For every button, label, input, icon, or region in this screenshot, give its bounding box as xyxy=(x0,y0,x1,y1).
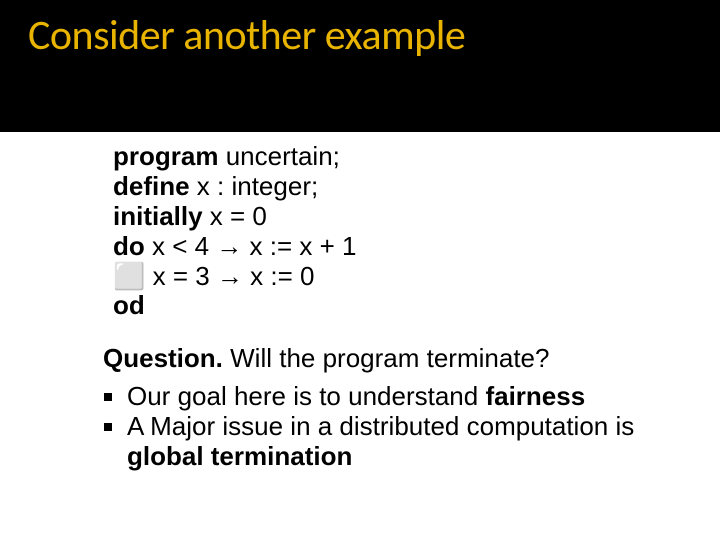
question-line: Question. Will the program terminate? xyxy=(103,343,692,374)
code-text: x < 4 → x := x + 1 xyxy=(145,231,357,261)
code-text: x = 3 → x := 0 xyxy=(145,261,314,291)
keyword-do: do xyxy=(113,231,145,261)
guard-symbol: ⬜ xyxy=(113,261,145,291)
question-text: Will the program terminate? xyxy=(223,343,550,373)
code-line-4: do x < 4 → x := x + 1 xyxy=(113,232,692,262)
slide: Consider another example program uncerta… xyxy=(0,0,720,540)
slide-content: program uncertain; define x : integer; i… xyxy=(0,132,720,472)
code-text: uncertain; xyxy=(218,141,339,171)
slide-title: Consider another example xyxy=(28,10,692,61)
code-line-5: ⬜ x = 3 → x := 0 xyxy=(113,262,692,292)
bullet-bold: global termination xyxy=(127,441,352,471)
keyword-initially: initially xyxy=(113,201,203,231)
code-text: x : integer; xyxy=(190,171,319,201)
bullet-list: Our goal here is to understand fairness … xyxy=(103,382,692,472)
bullet-text: A Major issue in a distributed computati… xyxy=(127,411,634,441)
bullet-text: Our goal here is to understand xyxy=(127,381,485,411)
code-text: x = 0 xyxy=(203,201,267,231)
keyword-od: od xyxy=(113,290,145,320)
code-line-2: define x : integer; xyxy=(113,172,692,202)
bullet-bold: fairness xyxy=(485,381,585,411)
code-block: program uncertain; define x : integer; i… xyxy=(113,142,692,321)
code-line-6: od xyxy=(113,291,692,321)
question-label: Question. xyxy=(103,343,223,373)
keyword-program: program xyxy=(113,141,218,171)
title-bar: Consider another example xyxy=(0,0,720,132)
list-item: A Major issue in a distributed computati… xyxy=(127,412,692,472)
keyword-define: define xyxy=(113,171,190,201)
code-line-3: initially x = 0 xyxy=(113,202,692,232)
code-line-1: program uncertain; xyxy=(113,142,692,172)
list-item: Our goal here is to understand fairness xyxy=(127,382,692,412)
